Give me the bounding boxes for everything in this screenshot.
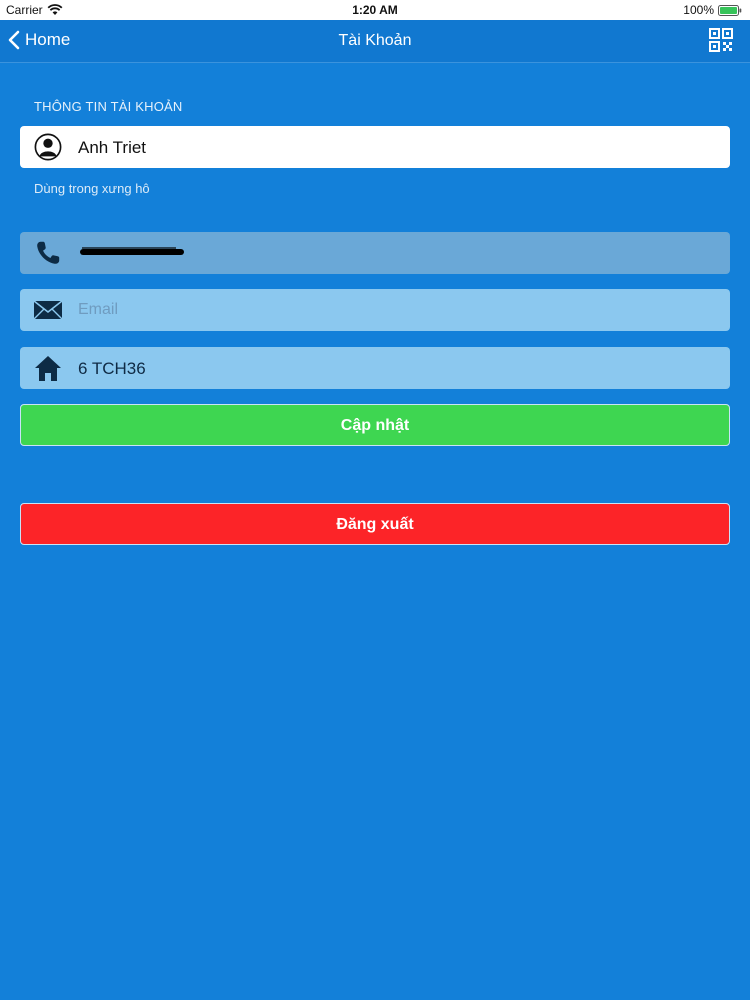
- user-icon: [34, 133, 62, 161]
- status-time: 1:20 AM: [352, 3, 398, 17]
- redaction-mark: [80, 247, 184, 255]
- page-title: Tài Khoản: [338, 32, 412, 49]
- name-value: Anh Triet: [78, 138, 147, 157]
- battery-icon: [718, 4, 742, 16]
- qr-code-icon[interactable]: [709, 28, 733, 52]
- status-right: 100%: [683, 3, 742, 17]
- status-bar: Carrier 1:20 AM 100%: [0, 0, 750, 20]
- update-button[interactable]: Cập nhật: [20, 404, 730, 446]
- address-field[interactable]: 6 TCH36: [20, 347, 730, 389]
- navigation-bar: Home Tài Khoản: [0, 20, 750, 63]
- email-field[interactable]: Email: [20, 289, 730, 331]
- envelope-icon: [33, 300, 63, 320]
- section-header: THÔNG TIN TÀI KHOẢN: [34, 99, 183, 114]
- name-hint: Dùng trong xưng hô: [34, 181, 150, 196]
- battery-percent: 100%: [683, 3, 714, 17]
- email-placeholder: Email: [78, 301, 119, 318]
- logout-button[interactable]: Đăng xuất: [20, 503, 730, 545]
- phone-icon: [37, 241, 60, 264]
- home-icon: [35, 356, 61, 381]
- name-field[interactable]: Anh Triet: [20, 126, 730, 168]
- address-value: 6 TCH36: [78, 359, 146, 378]
